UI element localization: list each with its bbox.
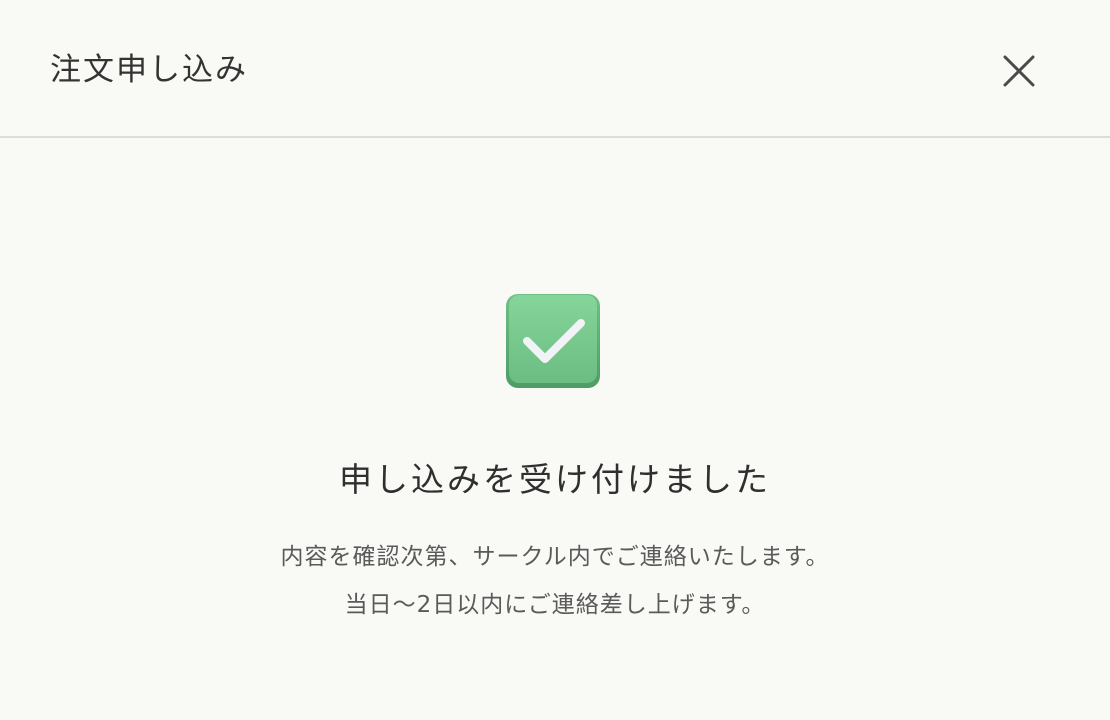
success-heading: 申し込みを受け付けました bbox=[339, 460, 771, 499]
success-message-line-1: 内容を確認次第、サークル内でご連絡いたします。 bbox=[280, 544, 830, 570]
close-button[interactable] bbox=[998, 50, 1040, 92]
close-icon bbox=[1003, 55, 1035, 87]
dialog-title: 注文申し込み bbox=[50, 52, 248, 88]
dialog-body: 申し込みを受け付けました 内容を確認次第、サークル内でご連絡いたします。 当日〜… bbox=[0, 138, 1110, 720]
order-application-dialog: 注文申し込み 申し込みを受け付けました 内容を確認次第、サークル内でご連絡いたし… bbox=[0, 0, 1110, 720]
dialog-header: 注文申し込み bbox=[0, 0, 1110, 138]
check-mark-icon bbox=[505, 293, 601, 389]
success-message-line-2: 当日〜2日以内にご連絡差し上げます。 bbox=[344, 592, 766, 618]
